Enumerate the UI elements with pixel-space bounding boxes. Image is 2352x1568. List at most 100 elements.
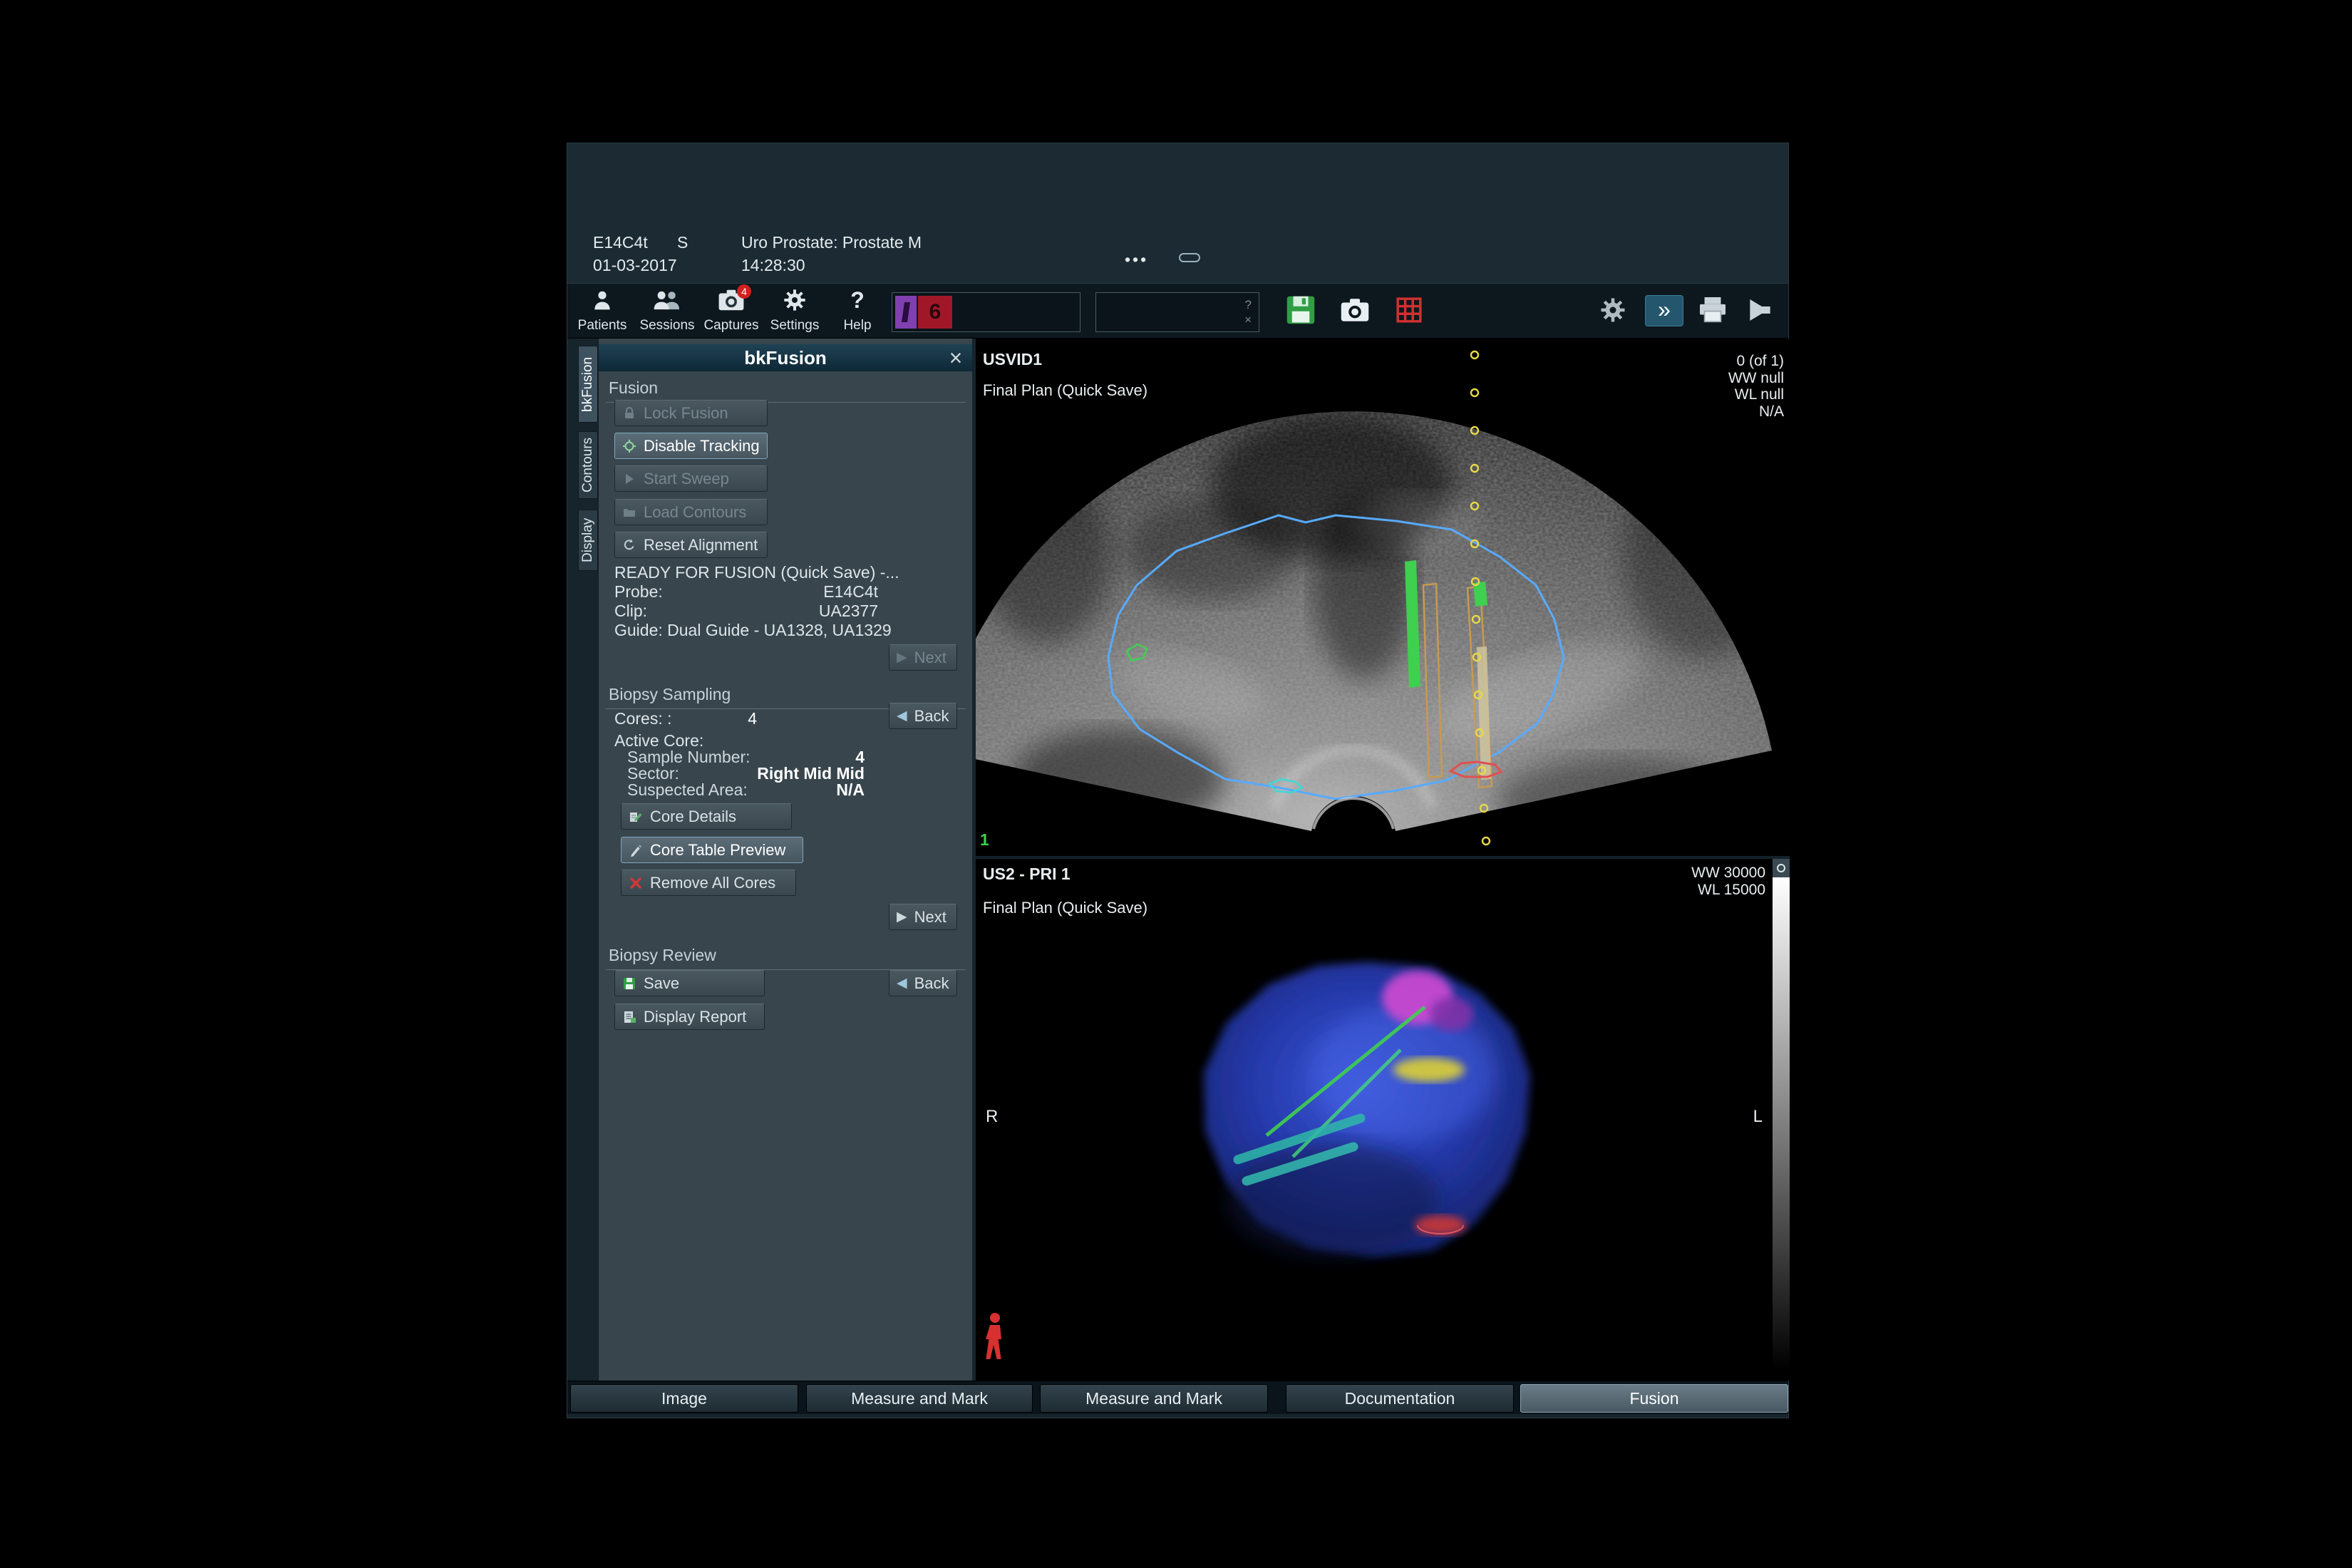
fusion-status: READY FOR FUSION (Quick Save) -... xyxy=(614,563,878,582)
mini-clear-icon[interactable]: × xyxy=(1244,314,1252,326)
floppy-save-icon xyxy=(1286,295,1316,325)
us-meta: 0 (of 1) WW null WL null N/A xyxy=(1728,353,1784,420)
side-tab-bkfusion[interactable]: bkFusion xyxy=(578,346,598,423)
main-toolbar: Patients Sessions 4 Captures Settings ? … xyxy=(567,283,1788,339)
probe-slot[interactable]: 6 xyxy=(892,292,1080,332)
sampling-back-button[interactable]: ◀ Back xyxy=(889,703,957,729)
fusion-section-header: Fusion xyxy=(606,378,966,403)
reset-alignment-button[interactable]: Reset Alignment xyxy=(614,532,768,558)
print-button[interactable] xyxy=(1696,294,1729,326)
secondary-slot[interactable]: ? × xyxy=(1095,292,1259,332)
window-level-knob[interactable] xyxy=(1773,859,1790,877)
suspected-area-value: N/A xyxy=(836,780,865,800)
side-tab-strip: bkFusion Contours Display xyxy=(578,339,598,1381)
status-pill-icon xyxy=(1179,253,1200,262)
help-label: Help xyxy=(843,318,871,334)
model-3d-view[interactable]: US2 - PRI 1 WW 30000 WL 15000 Final Plan… xyxy=(976,859,1790,1371)
ultrasound-view[interactable]: USVID1 Final Plan (Quick Save) 0 (of 1) … xyxy=(976,344,1790,856)
guide-text: Guide: Dual Guide - UA1328, UA1329 xyxy=(614,621,892,640)
sessions-label: Sessions xyxy=(639,318,694,334)
sampling-next-button[interactable]: ▶ Next xyxy=(889,904,957,930)
tab-image[interactable]: Image xyxy=(570,1384,798,1413)
clip-label: Clip: xyxy=(614,602,647,621)
announce-button[interactable] xyxy=(1742,294,1775,326)
folder-icon xyxy=(622,505,636,520)
tab-fusion[interactable]: Fusion xyxy=(1520,1384,1788,1413)
probe-chip-number: 6 xyxy=(918,296,952,329)
printer-icon xyxy=(1698,297,1727,323)
help-icon: ? xyxy=(850,289,865,311)
back-arrow-icon: ◀ xyxy=(897,975,907,991)
probe-mark-icon xyxy=(902,302,910,322)
core-table-preview-button[interactable]: Core Table Preview xyxy=(621,837,803,863)
disable-tracking-button[interactable]: Disable Tracking xyxy=(614,433,768,459)
megaphone-icon xyxy=(1744,298,1773,322)
v3d-title: US2 - PRI 1 xyxy=(983,865,1071,884)
probe-label: Probe: xyxy=(614,582,663,602)
grayscale-gradient[interactable] xyxy=(1773,877,1790,1371)
tab-measure-and-mark-2[interactable]: Measure and Mark xyxy=(1040,1384,1268,1413)
grid-button[interactable] xyxy=(1393,294,1425,326)
target-yellow xyxy=(1393,1058,1465,1082)
patients-button[interactable]: Patients xyxy=(571,287,634,336)
workflow-tab-bar: Image Measure and Mark Measure and Mark … xyxy=(567,1381,1788,1414)
captures-label: Captures xyxy=(703,318,758,334)
us-view-title: USVID1 xyxy=(983,350,1042,369)
imaging-area: USVID1 Final Plan (Quick Save) 0 (of 1) … xyxy=(976,339,1790,1381)
grayscale-window-bar[interactable] xyxy=(1773,859,1790,1371)
snapshot-button[interactable] xyxy=(1339,294,1371,326)
sampling-next-label: Next xyxy=(914,908,947,927)
floppy-save-icon xyxy=(622,976,636,991)
side-tab-display[interactable]: Display xyxy=(578,510,598,571)
chevrons-icon: » xyxy=(1658,296,1671,323)
red-x-icon xyxy=(629,876,643,890)
gear-icon xyxy=(1600,297,1626,323)
start-sweep-button[interactable]: Start Sweep xyxy=(614,465,768,492)
save-button[interactable]: Save xyxy=(614,970,765,996)
more-tools-button[interactable]: » xyxy=(1645,295,1683,326)
side-tab-contours[interactable]: Contours xyxy=(578,431,598,499)
remove-all-cores-button[interactable]: Remove All Cores xyxy=(621,870,796,896)
core-details-icon xyxy=(629,810,643,824)
panel-close-button[interactable]: × xyxy=(942,344,969,371)
ww-value: WW null xyxy=(1728,370,1784,387)
review-section-header: Biopsy Review xyxy=(606,946,966,970)
lock-icon xyxy=(622,406,636,421)
sessions-button[interactable]: Sessions xyxy=(636,287,698,336)
camera-icon xyxy=(1340,297,1370,323)
next-arrow-icon: ▶ xyxy=(897,909,907,925)
captures-button[interactable]: 4 Captures xyxy=(700,287,763,336)
save-capture-button[interactable] xyxy=(1284,294,1317,326)
probe-chip-purple xyxy=(895,296,917,329)
help-button[interactable]: ? Help xyxy=(826,287,889,336)
patients-label: Patients xyxy=(578,318,627,334)
review-back-button[interactable]: ◀ Back xyxy=(889,970,957,996)
patient-id: E14C4t xyxy=(593,233,648,252)
v3d-meta: WW 30000 WL 15000 xyxy=(1691,865,1765,898)
cores-row: Cores: : 4 xyxy=(614,709,757,728)
disable-tracking-label: Disable Tracking xyxy=(644,437,760,455)
settings-button[interactable]: Settings xyxy=(763,287,826,336)
core-details-button[interactable]: Core Details xyxy=(621,803,792,830)
tracking-crosshair-icon xyxy=(622,439,636,453)
target-red xyxy=(1415,1215,1466,1235)
core-details-label: Core Details xyxy=(650,808,736,826)
setup-button[interactable] xyxy=(1597,294,1629,326)
tab-documentation[interactable]: Documentation xyxy=(1286,1384,1514,1413)
load-contours-button[interactable]: Load Contours xyxy=(614,499,768,525)
fusion-next-label: Next xyxy=(914,649,947,667)
reset-arrow-icon xyxy=(622,538,636,552)
lock-fusion-button[interactable]: Lock Fusion xyxy=(614,400,768,426)
fusion-next-button[interactable]: ▶ Next xyxy=(889,644,957,671)
lock-fusion-label: Lock Fusion xyxy=(644,404,728,423)
settings-label: Settings xyxy=(770,318,820,334)
remove-all-cores-label: Remove All Cores xyxy=(650,874,775,892)
ultrasound-image xyxy=(976,344,1790,856)
mini-help-icon[interactable]: ? xyxy=(1245,299,1252,311)
knob-circle-icon xyxy=(1777,864,1785,872)
display-report-button[interactable]: Display Report xyxy=(614,1004,765,1030)
orientation-left: L xyxy=(1753,1107,1763,1127)
patient-header: E14C4t S Uro Prostate: Prostate M 01-03-… xyxy=(567,143,1788,283)
image-index-marker: 1 xyxy=(980,830,989,850)
tab-measure-and-mark-1[interactable]: Measure and Mark xyxy=(806,1384,1033,1413)
